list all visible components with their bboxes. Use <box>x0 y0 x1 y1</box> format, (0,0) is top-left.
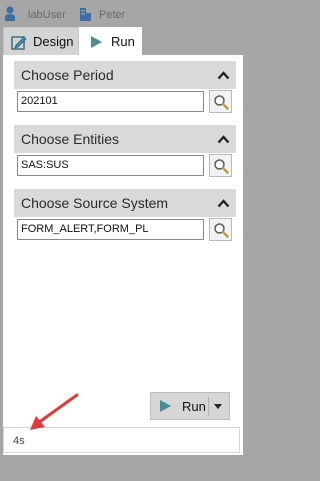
magnifier-icon <box>213 94 229 110</box>
entities-search-button[interactable] <box>209 154 232 177</box>
section-header-source-system[interactable]: Choose Source System <box>14 189 236 217</box>
status-bar: 4s <box>3 427 240 453</box>
entities-input[interactable]: SAS:SUS <box>17 155 204 176</box>
section-header-period[interactable]: Choose Period <box>14 61 236 89</box>
play-icon <box>91 35 102 48</box>
tab-run-label: Run <box>111 34 135 49</box>
building-icon <box>80 8 91 21</box>
run-button-divider <box>208 397 209 416</box>
entity-name: Peter <box>99 9 126 21</box>
chevron-up-icon[interactable] <box>217 198 230 208</box>
section-header-entities[interactable]: Choose Entities <box>14 125 236 153</box>
tab-design-label: Design <box>33 34 74 49</box>
tab-run[interactable]: Run <box>79 27 142 56</box>
source-system-search-button[interactable] <box>209 218 232 241</box>
period-input[interactable]: 202101 <box>17 91 204 112</box>
user-name: labUser <box>28 9 66 21</box>
run-button-label: Run <box>182 398 206 414</box>
chevron-up-icon[interactable] <box>217 70 230 80</box>
magnifier-icon <box>213 158 229 174</box>
chevron-up-icon[interactable] <box>217 134 230 144</box>
caret-down-icon[interactable] <box>214 404 222 409</box>
magnifier-icon <box>213 222 229 238</box>
play-icon <box>160 400 171 412</box>
source-system-input[interactable]: FORM_ALERT,FORM_PL <box>17 219 204 240</box>
section-title: Choose Source System <box>21 195 169 211</box>
top-bar: labUser Peter <box>0 0 246 27</box>
section-title: Choose Entities <box>21 131 120 147</box>
elapsed-time: 4s <box>13 435 25 447</box>
run-button[interactable]: Run <box>150 392 230 420</box>
person-icon <box>5 6 15 21</box>
tab-design[interactable]: Design <box>3 27 79 55</box>
period-search-button[interactable] <box>209 90 232 113</box>
design-icon <box>11 35 27 50</box>
section-title: Choose Period <box>21 67 114 83</box>
